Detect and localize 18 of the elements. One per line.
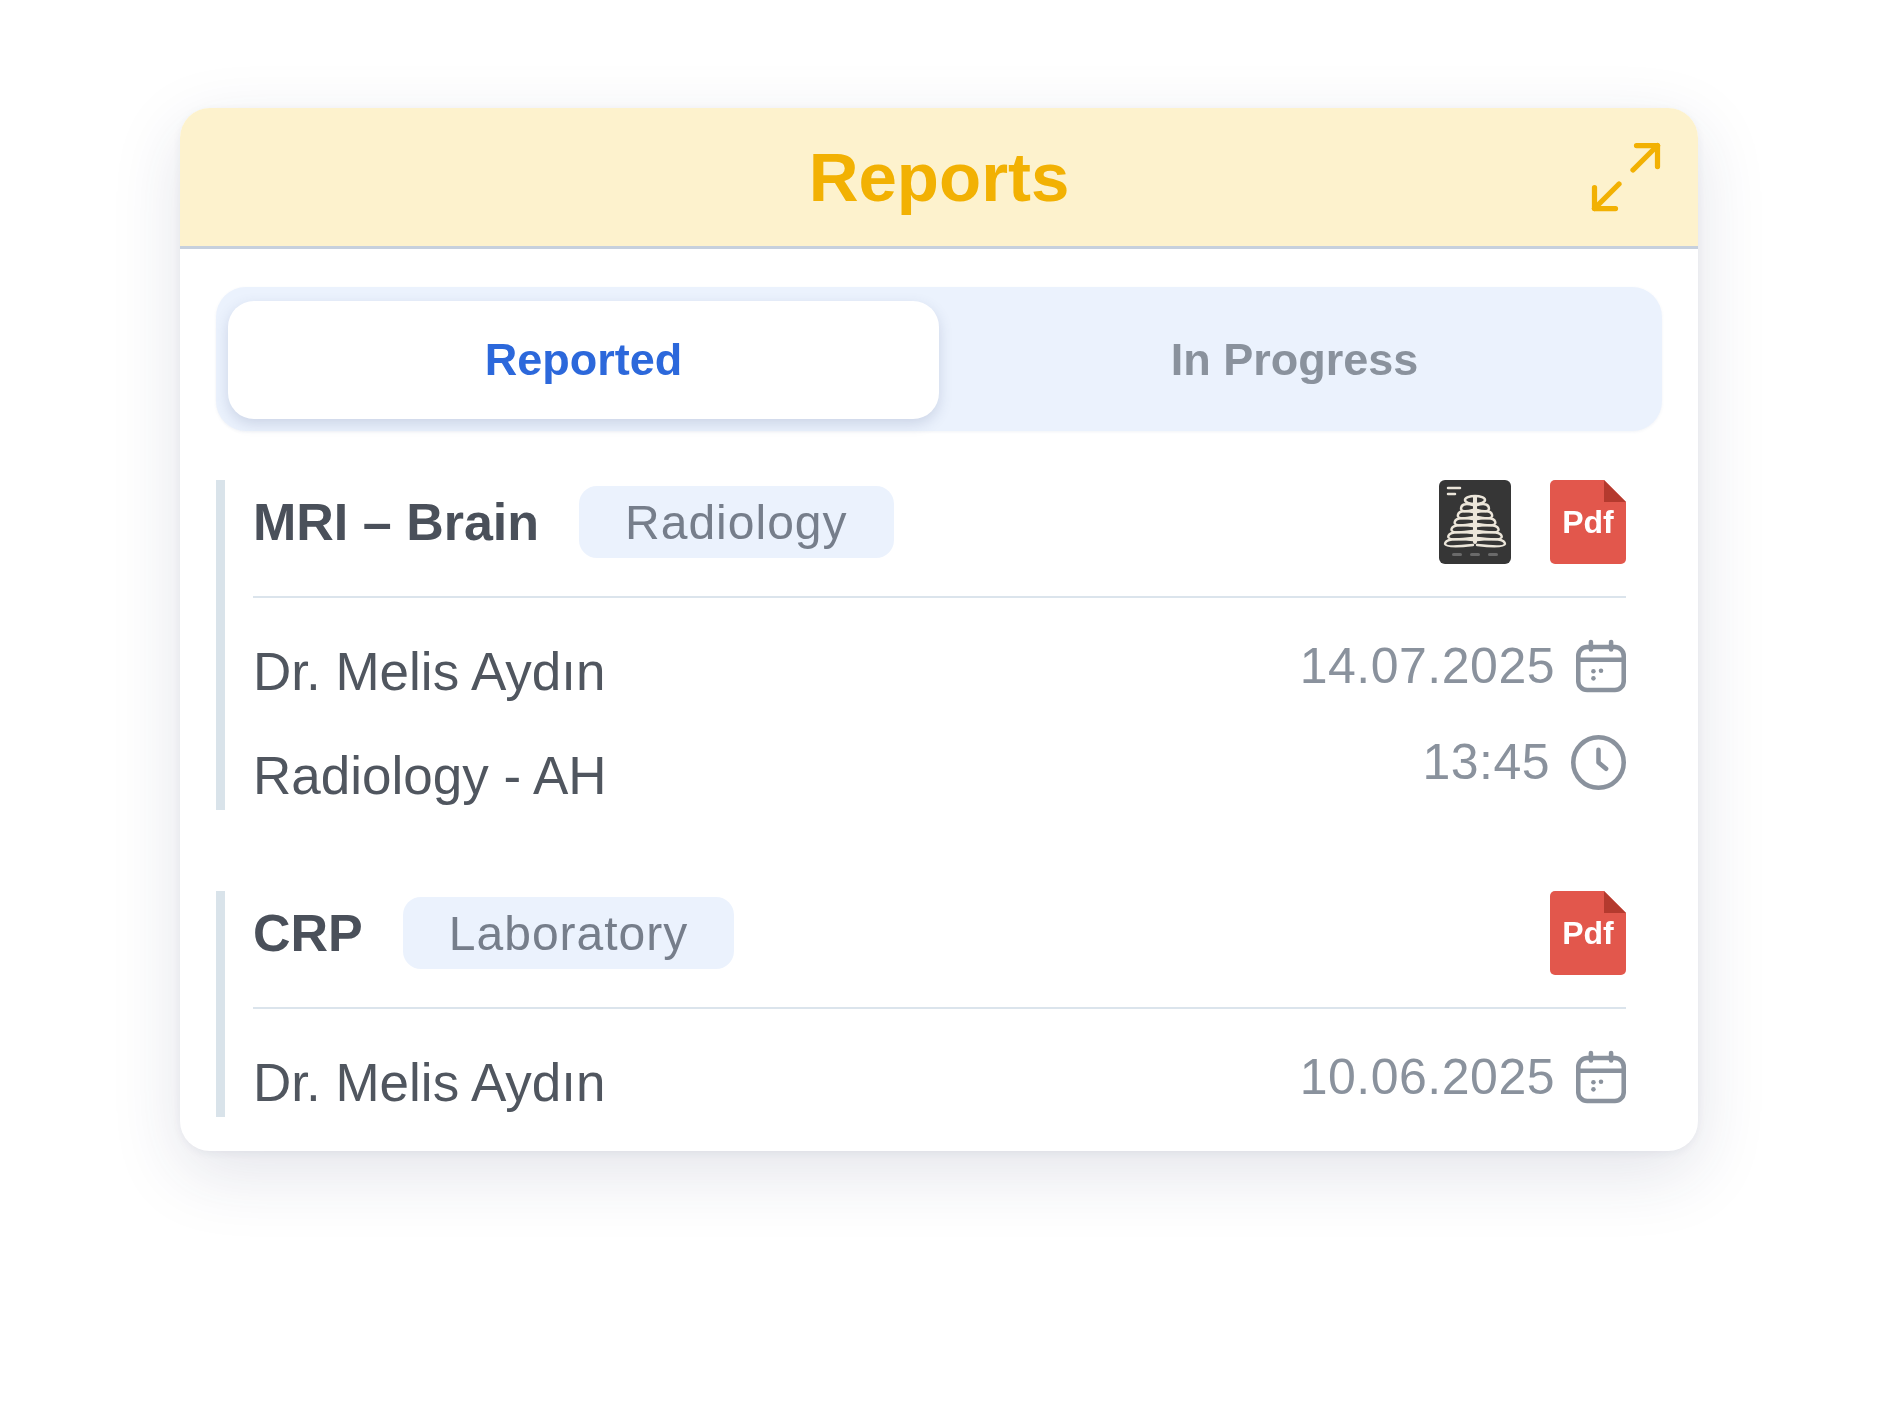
report-date: 14.07.2025 [1299, 637, 1555, 695]
calendar-icon [1576, 1050, 1626, 1104]
clock-icon [1571, 734, 1626, 790]
calendar-icon [1576, 639, 1626, 693]
detail-text: Radiology - AH [253, 745, 607, 807]
report-time: 13:45 [1422, 733, 1550, 791]
tab[interactable]: Reported [228, 301, 939, 419]
tab[interactable]: In Progress [939, 301, 1650, 419]
pdf-button[interactable]: Pdf [1550, 891, 1626, 975]
category-tag: Radiology [579, 486, 894, 558]
report-title: CRP [253, 903, 363, 963]
category-tag: Laboratory [402, 897, 735, 969]
detail-text: Dr. Melis Aydın [253, 1052, 606, 1114]
detail-text: Dr. Melis Aydın [253, 641, 607, 703]
chest-xray-icon[interactable] [1439, 480, 1511, 564]
report-date: 10.06.2025 [1299, 1048, 1555, 1106]
pdf-button[interactable]: Pdf [1550, 480, 1626, 564]
report-title: MRI – Brain [253, 492, 540, 552]
